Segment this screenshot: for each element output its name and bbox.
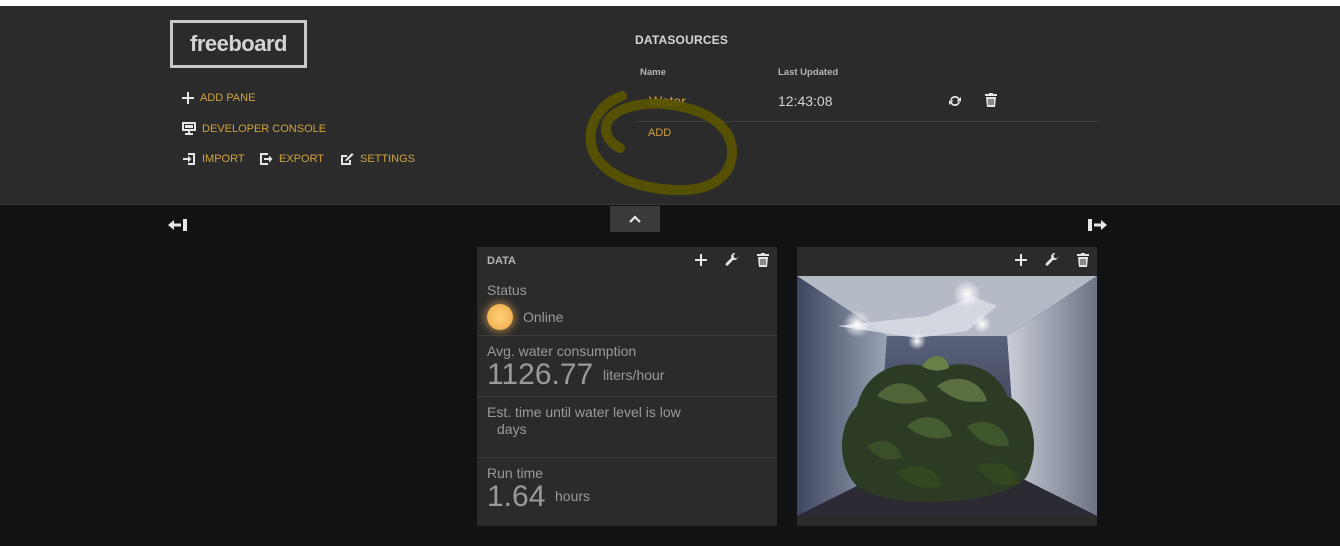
- widget-title: Avg. water consumption: [487, 343, 637, 359]
- add-widget-plus-icon[interactable]: [1015, 253, 1027, 272]
- edit-icon: [341, 153, 354, 165]
- refresh-icon[interactable]: [948, 94, 962, 113]
- widget-units: liters/hour: [603, 367, 665, 383]
- delete-pane-trash-icon[interactable]: [1077, 253, 1089, 272]
- pane-title: DATA: [487, 255, 516, 267]
- datasource-last-updated: 12:43:08: [778, 93, 833, 109]
- pane-tools: [695, 252, 769, 272]
- est-time-widget: Est. time until water level is low days: [477, 397, 777, 458]
- widget-title: Est. time until water level is low: [487, 404, 681, 420]
- wrench-icon[interactable]: [1045, 252, 1059, 272]
- chevron-up-icon: [629, 215, 641, 223]
- collapse-header-button[interactable]: [610, 206, 660, 232]
- widget-title: Run time: [487, 465, 544, 481]
- import-button[interactable]: IMPORT: [182, 152, 245, 166]
- console-icon: [182, 122, 196, 135]
- settings-button[interactable]: SETTINGS: [340, 152, 415, 166]
- widget-value: 1.64: [487, 480, 546, 513]
- add-datasource-button[interactable]: ADD: [648, 127, 671, 139]
- widget-value: 1126.77: [487, 358, 594, 391]
- add-pane-label: ADD PANE: [200, 92, 256, 104]
- add-pane-button[interactable]: ADD PANE: [182, 92, 255, 104]
- pane-header: DATA: [477, 247, 777, 276]
- pane-header: [797, 247, 1097, 276]
- export-button[interactable]: EXPORT: [259, 152, 324, 166]
- arrow-right-bar-icon: [1088, 219, 1107, 231]
- status-indicator-light: [487, 304, 513, 330]
- datasource-row: Water 12:43:08: [635, 86, 1100, 122]
- avg-water-widget: Avg. water consumption 1126.77 liters/ho…: [477, 336, 777, 397]
- data-pane: DATA Status Online Avg. water consumptio…: [477, 247, 777, 526]
- widget-title: Status: [487, 282, 527, 298]
- settings-label: SETTINGS: [360, 153, 416, 165]
- developer-console-label: DEVELOPER CONSOLE: [202, 122, 327, 135]
- arrow-left-bar-icon: [168, 219, 187, 231]
- camera-image: [797, 276, 1097, 516]
- export-label: EXPORT: [279, 153, 325, 165]
- widget-units: days: [497, 421, 527, 437]
- developer-console-button[interactable]: DEVELOPER CONSOLE: [182, 122, 326, 135]
- delete-pane-trash-icon[interactable]: [757, 253, 769, 272]
- freeboard-logo: freeboard: [170, 20, 307, 68]
- widget-units: hours: [555, 488, 591, 504]
- import-icon: [183, 153, 195, 165]
- datasource-name-header: Name: [640, 67, 666, 78]
- pane-tools: [1015, 252, 1089, 272]
- wrench-icon[interactable]: [725, 252, 739, 272]
- datasources-title: DATASOURCES: [635, 33, 729, 47]
- indicator-text: Online: [523, 309, 564, 325]
- plus-icon: [182, 92, 194, 104]
- remove-column-button[interactable]: [168, 218, 188, 237]
- datasource-updated-header: Last Updated: [778, 67, 839, 78]
- status-widget: Status Online: [477, 276, 777, 336]
- run-time-widget: Run time 1.64 hours: [477, 458, 777, 524]
- export-icon: [260, 153, 273, 165]
- image-pane: [797, 247, 1097, 526]
- add-column-button[interactable]: [1087, 218, 1107, 237]
- logo-text: freeboard: [190, 31, 287, 56]
- add-widget-plus-icon[interactable]: [695, 253, 707, 272]
- datasource-name-link[interactable]: Water: [649, 93, 686, 109]
- import-label: IMPORT: [202, 153, 245, 165]
- trash-icon[interactable]: [985, 93, 997, 112]
